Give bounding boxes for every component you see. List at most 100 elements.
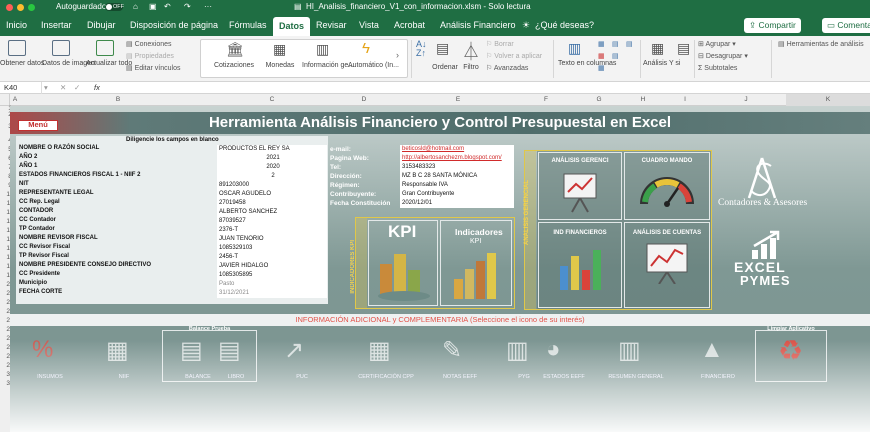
refresh-all-button[interactable]: Actualizar todo <box>86 60 132 68</box>
reapply-button[interactable]: ⚐ Volver a aplicar <box>486 52 542 61</box>
data-model-icon[interactable]: ▤ <box>612 52 619 61</box>
form-field-value[interactable]: 27019458 <box>217 199 327 208</box>
tab-vista[interactable]: Vista <box>359 14 379 36</box>
form-field-value[interactable]: PRODUCTOS EL REY SA <box>217 145 327 154</box>
bottom-tool-icon[interactable]: ◕ <box>546 336 561 364</box>
bottom-tool-icon[interactable]: ▤ <box>180 336 203 365</box>
tab-revisar[interactable]: Revisar <box>316 14 347 36</box>
validation-icon[interactable]: ▦ <box>598 64 605 73</box>
form-field-value[interactable]: 2376-T <box>217 226 327 235</box>
type-informacion[interactable]: Información ge... <box>302 62 354 70</box>
consolidate-icon[interactable]: ▤ <box>612 40 619 49</box>
filter-button[interactable]: Filtro <box>457 64 485 72</box>
subtotals-button[interactable]: Σ Subtotales <box>698 64 737 73</box>
minimize-window-icon[interactable] <box>17 3 24 11</box>
col-j[interactable]: J <box>706 94 786 106</box>
bottom-tool-icon[interactable]: ✎ <box>442 336 462 365</box>
tab-analisis-financiero[interactable]: Análisis Financiero <box>440 14 516 36</box>
comments-button[interactable]: ▭ Comentar <box>822 18 870 33</box>
share-button[interactable]: ⇪ Compartir <box>744 18 801 33</box>
close-window-icon[interactable] <box>6 3 13 11</box>
col-d[interactable]: D <box>328 94 400 106</box>
tab-acrobat[interactable]: Acrobat <box>394 14 425 36</box>
tab-dibujar[interactable]: Dibujar <box>87 14 116 36</box>
form-field-value[interactable]: 87039527 <box>217 217 327 226</box>
bottom-tool-icon[interactable]: % <box>32 336 53 364</box>
home-icon[interactable]: ⌂ <box>133 0 138 14</box>
form-field-value[interactable]: 2 <box>217 172 327 181</box>
form-field-value[interactable]: 2021 <box>217 154 327 163</box>
bottom-tool-icon[interactable]: ▥ <box>618 336 641 365</box>
enter-formula-icon[interactable]: ✓ <box>74 82 80 94</box>
gallery-next-icon[interactable]: › <box>396 50 399 60</box>
bottom-tool-icon[interactable]: ▤ <box>218 336 241 365</box>
tab-formulas[interactable]: Fórmulas <box>229 14 267 36</box>
clear-filter-button[interactable]: ⚐ Borrar <box>486 40 514 49</box>
zoom-window-icon[interactable] <box>28 3 35 11</box>
form-field-value[interactable]: 1085305895 <box>217 271 327 280</box>
undo-icon[interactable]: ↶ <box>164 0 171 14</box>
help-search[interactable]: ¿Qué deseas? <box>535 14 594 36</box>
bottom-tool-icon[interactable]: ▥ <box>506 336 529 365</box>
analysis-tools-button[interactable]: ▤ Herramientas de análisis <box>778 40 864 49</box>
form-field-value[interactable]: 2456-T <box>217 253 327 262</box>
col-b[interactable]: B <box>20 94 216 106</box>
fx-icon[interactable]: fx <box>94 82 100 94</box>
tab-disposicion[interactable]: Disposición de página <box>130 14 218 36</box>
group-button[interactable]: ⊞ Agrupar ▾ <box>698 40 736 49</box>
form-field-value[interactable]: 31/12/2021 <box>217 289 327 298</box>
bottom-tool-icon[interactable]: ▦ <box>368 336 391 365</box>
get-data-button[interactable]: Obtener datos <box>0 60 44 68</box>
bottom-tool-icon[interactable]: ▲ <box>700 336 724 364</box>
form-field-value[interactable]: 2020 <box>217 163 327 172</box>
bottom-tool-icon[interactable]: ↗ <box>284 336 304 365</box>
remove-duplicates-icon[interactable]: ▦ <box>598 52 605 61</box>
text-to-columns-button[interactable]: Texto en columnas <box>558 60 616 68</box>
what-if-button[interactable]: Análisis Y si <box>643 60 680 68</box>
connections-button[interactable]: ▤ Conexiones <box>126 40 172 49</box>
col-k[interactable]: K <box>786 94 870 106</box>
form-field-label: AÑO 2 <box>19 154 38 160</box>
form-field-value[interactable]: ALBERTO SANCHEZ <box>217 208 327 217</box>
sort-az-icon[interactable]: A↓ Z↑ <box>416 40 427 58</box>
formula-input[interactable] <box>108 82 868 94</box>
col-i[interactable]: I <box>664 94 706 106</box>
bottom-tool-icon[interactable]: ▦ <box>106 336 129 365</box>
lightbulb-icon: ☀ <box>522 20 531 30</box>
col-g[interactable]: G <box>576 94 622 106</box>
recycle-icon[interactable]: ♻ <box>778 334 803 367</box>
form-field-value[interactable]: JAVIER HIDALGO <box>217 262 327 271</box>
advanced-filter-button[interactable]: ⚐ Avanzadas <box>486 64 528 73</box>
contact-link[interactable]: beticosld@hotmail.com <box>400 145 514 154</box>
name-box-dropdown-icon[interactable]: ▾ <box>44 82 48 94</box>
cancel-formula-icon[interactable]: ✕ <box>60 82 66 94</box>
image-data-button[interactable]: Datos de imagen <box>42 60 95 68</box>
flash-fill-icon[interactable]: ▦ <box>598 40 605 49</box>
form-field-value[interactable]: 891203000 <box>217 181 327 190</box>
form-field-value[interactable]: JUAN TENORIO <box>217 235 327 244</box>
name-box[interactable]: K40 <box>4 82 42 94</box>
form-field-value[interactable]: 1085329103 <box>217 244 327 253</box>
forecast-icon[interactable]: ▤ <box>677 40 690 57</box>
col-e[interactable]: E <box>400 94 516 106</box>
tab-inicio[interactable]: Inicio <box>6 14 27 36</box>
qat-more-icon[interactable]: ··· <box>204 0 212 14</box>
redo-icon[interactable]: ↷ <box>184 0 191 14</box>
type-monedas[interactable]: Monedas <box>258 62 302 70</box>
tab-insertar[interactable]: Insertar <box>41 14 72 36</box>
properties-button[interactable]: ▤ Propiedades <box>126 52 174 61</box>
col-c[interactable]: C <box>216 94 328 106</box>
type-cotizaciones[interactable]: Cotizaciones <box>210 62 258 70</box>
edit-links-button[interactable]: ▤ Editar vínculos <box>126 64 180 73</box>
form-field-value[interactable]: Pasto <box>217 280 327 289</box>
contact-link[interactable]: http://albertosanchezm.blogspot.com/ <box>400 154 514 163</box>
col-f[interactable]: F <box>516 94 576 106</box>
type-automatico[interactable]: Automático (In... <box>348 62 399 70</box>
save-icon[interactable]: ▣ <box>149 0 157 14</box>
menu-button[interactable]: Menú <box>18 120 58 131</box>
col-h[interactable]: H <box>622 94 664 106</box>
tab-datos[interactable]: Datos <box>273 17 311 36</box>
form-field-value[interactable]: OSCAR AGUDELO <box>217 190 327 199</box>
relationships-icon[interactable]: ▤ <box>626 40 633 49</box>
ungroup-button[interactable]: ⊟ Desagrupar ▾ <box>698 52 748 61</box>
